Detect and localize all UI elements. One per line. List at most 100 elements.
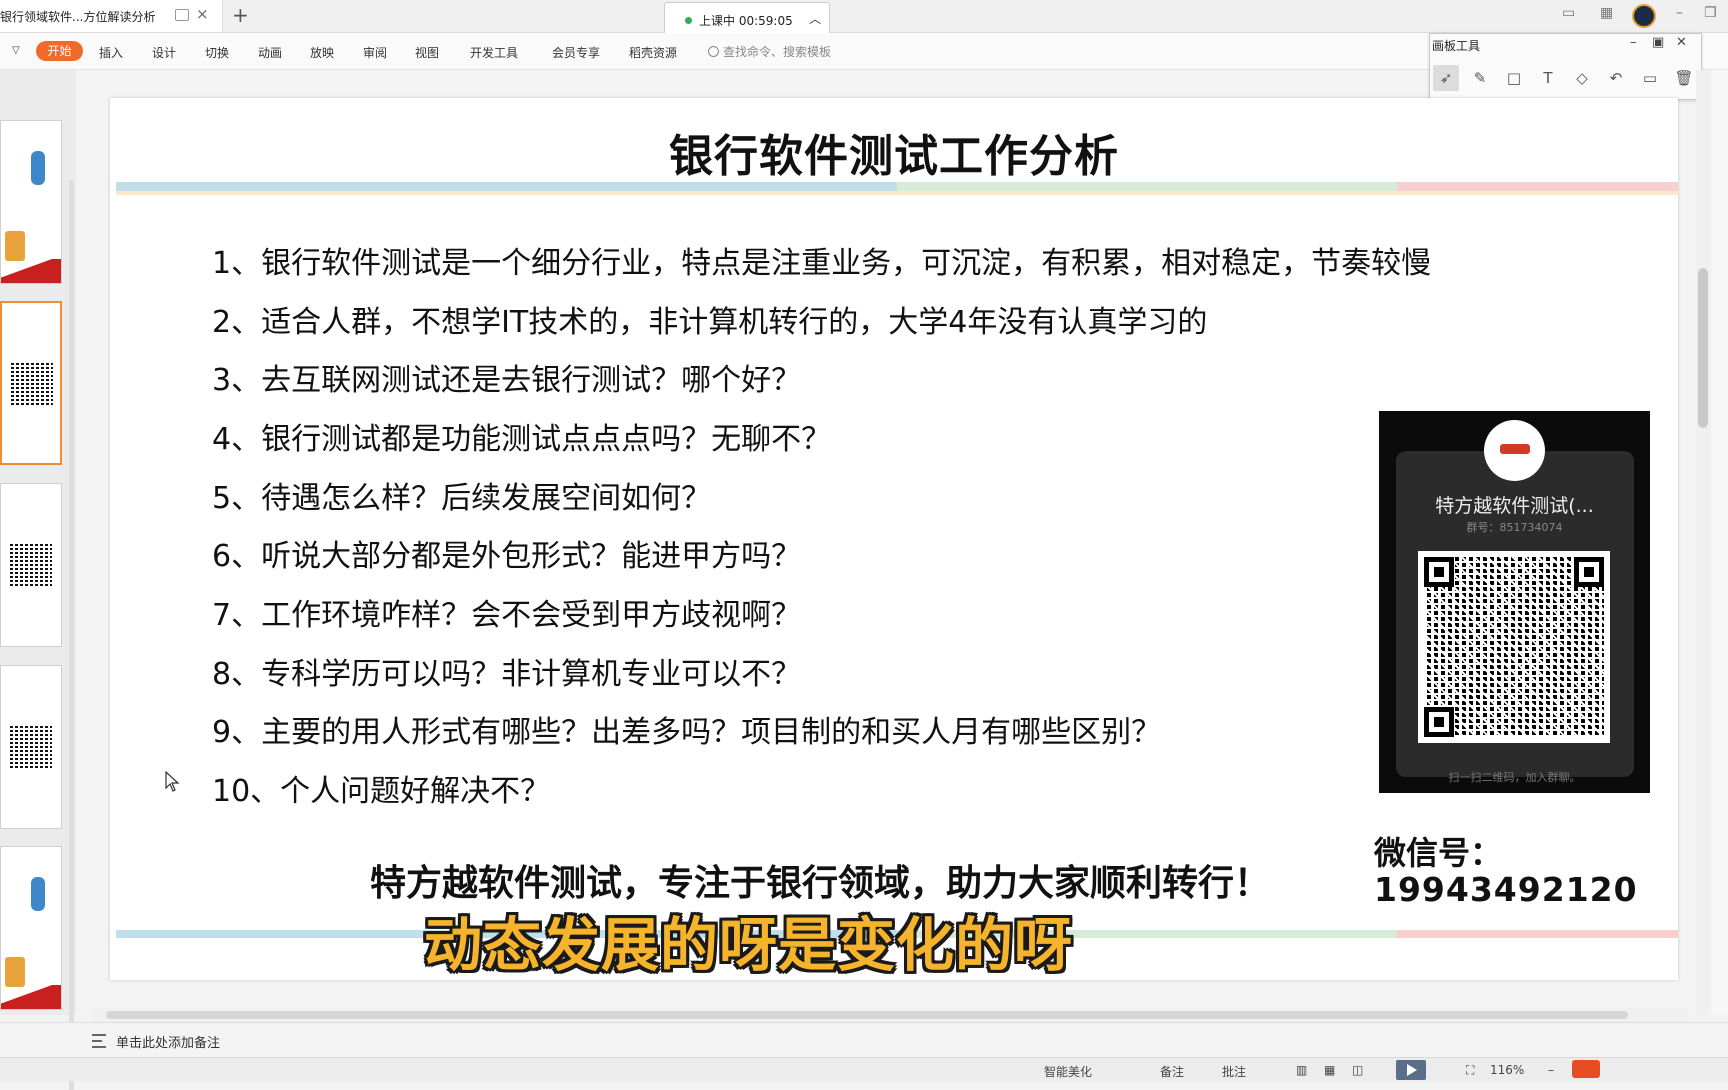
search-icon xyxy=(708,46,719,57)
ime-logo-icon xyxy=(1572,1060,1600,1078)
horizontal-scroll-thumb[interactable] xyxy=(106,1011,1628,1019)
avatar[interactable] xyxy=(1632,4,1656,28)
menu-transition[interactable]: 切换 xyxy=(205,44,229,61)
chevron-up-icon[interactable]: ︿ xyxy=(809,10,821,27)
undo-tool-icon[interactable]: ↶ xyxy=(1603,65,1629,91)
status-bar: 智能美化 备注 批注 ▥ ▦ ◫ ⛶ 116% – xyxy=(0,1057,1728,1081)
close-panel-icon[interactable]: ✕ xyxy=(1676,35,1687,50)
restore-icon[interactable]: ❐ xyxy=(1704,5,1717,21)
vertical-scrollbar[interactable] xyxy=(1696,70,1710,1015)
question-item: 4、银行测试都是功能测试点点点吗？无聊不？ xyxy=(212,422,832,457)
zoom-level[interactable]: 116% xyxy=(1490,1063,1524,1077)
question-item: 5、待遇怎么样？后续发展空间如何？ xyxy=(212,481,712,516)
notes-placeholder[interactable]: 单击此处添加备注 xyxy=(116,1032,220,1051)
zoom-out-icon[interactable]: – xyxy=(1548,1063,1554,1077)
whiteboard-tool-icon[interactable]: ▭ xyxy=(1637,65,1663,91)
thumbnail-scrollbar[interactable] xyxy=(69,180,74,1090)
minimize-icon[interactable]: – xyxy=(1676,5,1683,21)
class-status-text: 上课中 00:59:05 xyxy=(699,14,793,28)
notes-icon xyxy=(92,1034,106,1048)
slide-thumbnail-pane xyxy=(0,70,76,1090)
eraser-tool-icon[interactable]: ◇ xyxy=(1569,65,1595,91)
question-item: 6、听说大部分都是外包形式？能进甲方吗？ xyxy=(212,539,802,574)
menu-developer[interactable]: 开发工具 xyxy=(470,44,518,61)
slide-title: 银行软件测试工作分析 xyxy=(669,131,1119,182)
new-tab-button[interactable]: + xyxy=(232,3,249,27)
thumbnail-red-swoosh xyxy=(1,985,61,1009)
wechat-number: 19943492120 xyxy=(1374,870,1638,909)
menu-member[interactable]: 会员专享 xyxy=(552,44,600,61)
grid-icon[interactable]: ▦ xyxy=(1600,5,1613,21)
right-tool-rail xyxy=(1712,70,1728,1015)
menu-review[interactable]: 审阅 xyxy=(363,44,387,61)
decorative-stripe xyxy=(116,191,1678,195)
drawing-panel-title: 画板工具 xyxy=(1432,39,1481,53)
thumbnail-red-swoosh xyxy=(1,259,61,283)
remark-button[interactable]: 备注 xyxy=(1160,1063,1184,1080)
question-item: 9、主要的用人形式有哪些？出差多吗？项目制的和买人月有哪些区别？ xyxy=(212,715,1162,750)
qr-hint: 扫一扫二维码，加入群聊。 xyxy=(1448,771,1581,784)
play-slideshow-button[interactable] xyxy=(1396,1060,1426,1080)
slide-thumbnail[interactable] xyxy=(0,665,62,829)
question-item: 7、工作环境咋样？会不会受到甲方歧视啊？ xyxy=(212,598,802,633)
video-subtitle: 动态发展的呀是变化的呀 xyxy=(424,911,1074,979)
group-name: 特方越软件测试(... xyxy=(1435,495,1594,517)
class-status-pill[interactable]: 上课中 00:59:05 ︿ xyxy=(664,2,830,36)
menu-docer[interactable]: 稻壳资源 xyxy=(629,44,677,61)
menu-start[interactable]: 开始 xyxy=(36,41,83,61)
thumbnail-illustration xyxy=(5,957,25,987)
title-bar: 银行领域软件...方位解读分析 × + 上课中 00:59:05 ︿ ▭ ▦ –… xyxy=(0,0,1728,36)
question-item: 10、个人问题好解决不？ xyxy=(212,774,551,809)
sorter-view-icon[interactable]: ▦ xyxy=(1324,1063,1335,1077)
monitor-icon[interactable] xyxy=(175,9,189,21)
qr-code-image xyxy=(1418,551,1610,743)
slide-thumbnail-selected[interactable] xyxy=(0,301,62,465)
slide-thumbnail[interactable] xyxy=(0,846,62,1010)
qq-group-qr-card: 特方越软件测试(... 群号：851734074 扫一扫二维码，加入群聊。 xyxy=(1379,411,1650,793)
thumbnail-qr xyxy=(8,544,52,588)
thumbnail-illustration xyxy=(5,231,25,261)
minimize-panel-icon[interactable]: – xyxy=(1630,35,1637,50)
text-tool-icon[interactable]: T xyxy=(1535,65,1561,91)
question-item: 8、专科学历可以吗？非计算机专业可以不？ xyxy=(212,657,802,692)
comment-button[interactable]: 批注 xyxy=(1222,1063,1246,1080)
group-logo xyxy=(1484,420,1545,481)
menu-design[interactable]: 设计 xyxy=(152,44,176,61)
menu-slideshow[interactable]: 放映 xyxy=(310,44,334,61)
smart-beautify-button[interactable]: 智能美化 xyxy=(1044,1063,1092,1080)
thumbnail-figure xyxy=(31,877,45,911)
maximize-panel-icon[interactable]: ▣ xyxy=(1652,35,1664,50)
fit-icon[interactable]: ⛶ xyxy=(1466,1063,1474,1078)
rectangle-tool-icon[interactable]: □ xyxy=(1501,65,1527,91)
command-search[interactable]: 查找命令、搜索模板 xyxy=(708,43,831,60)
question-item: 1、银行软件测试是一个细分行业，特点是注重业务，可沉淀，有积累，相对稳定，节奏较… xyxy=(212,246,1432,281)
document-tab[interactable]: 银行领域软件...方位解读分析 × xyxy=(0,0,223,32)
select-tool-icon[interactable]: ➶ xyxy=(1433,65,1459,91)
question-item: 2、适合人群，不想学IT技术的，非计算机转行的，大学4年没有认真学习的 xyxy=(212,305,1208,340)
quick-access-caret-icon[interactable]: ▽ xyxy=(12,45,20,56)
menu-animation[interactable]: 动画 xyxy=(258,44,282,61)
reading-view-icon[interactable]: ◫ xyxy=(1352,1063,1363,1077)
group-id: 群号：851734074 xyxy=(1466,521,1563,534)
menu-view[interactable]: 视图 xyxy=(415,44,439,61)
thumbnail-qr xyxy=(8,726,52,770)
wechat-label: 微信号： xyxy=(1374,834,1503,872)
pen-tool-icon[interactable]: ✎ xyxy=(1467,65,1493,91)
thumbnail-qr xyxy=(9,363,53,407)
slide-thumbnail[interactable] xyxy=(0,483,62,647)
notes-bar[interactable]: 单击此处添加备注 xyxy=(0,1022,1728,1057)
decorative-stripe xyxy=(116,182,1678,191)
delete-tool-icon[interactable]: 🗑 xyxy=(1671,65,1697,91)
menu-insert[interactable]: 插入 xyxy=(99,44,123,61)
normal-view-icon[interactable]: ▥ xyxy=(1296,1063,1307,1077)
close-tab-icon[interactable]: × xyxy=(196,5,209,23)
document-tab-title: 银行领域软件...方位解读分析 xyxy=(0,10,156,24)
thumbnail-figure xyxy=(31,151,45,185)
layout-icon[interactable]: ▭ xyxy=(1562,5,1575,21)
vertical-scroll-thumb[interactable] xyxy=(1698,268,1708,428)
horizontal-scrollbar[interactable] xyxy=(92,1008,1688,1022)
question-item: 3、去互联网测试还是去银行测试？哪个好？ xyxy=(212,363,802,398)
slide-canvas[interactable]: 银行软件测试工作分析 1、银行软件测试是一个细分行业，特点是注重业务，可沉淀，有… xyxy=(110,98,1678,980)
slide-thumbnail[interactable] xyxy=(0,120,62,284)
command-search-placeholder: 查找命令、搜索模板 xyxy=(723,45,832,59)
